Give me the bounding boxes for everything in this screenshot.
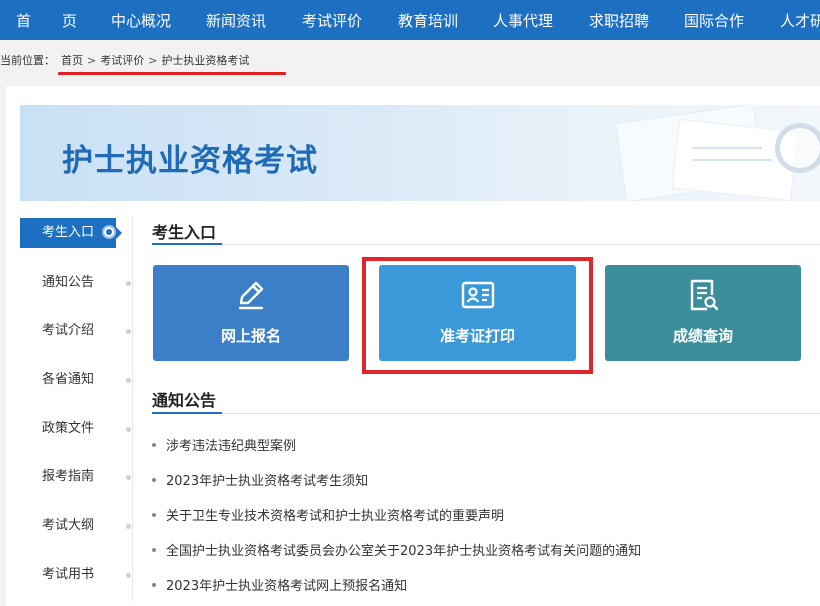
sidebar-dot-icon bbox=[126, 573, 131, 578]
sidebar-item-syllabus[interactable]: 考试大纲 bbox=[20, 511, 116, 541]
nav-item-home-2[interactable]: 页 bbox=[62, 10, 77, 31]
magnifier-illustration bbox=[775, 123, 820, 173]
notice-section-title: 通知公告 bbox=[152, 391, 217, 410]
notice-item[interactable]: 2023年护士执业资格考试网上预报名通知 bbox=[152, 575, 407, 594]
active-arrow-icon bbox=[116, 227, 122, 239]
breadcrumb: 当前位置： 首页 > 考试评价 > 护士执业资格考试 bbox=[0, 52, 249, 68]
sidebar-item-policy-docs[interactable]: 政策文件 bbox=[20, 414, 116, 444]
sidebar-dot-icon bbox=[126, 329, 131, 334]
notice-item[interactable]: 2023年护士执业资格考试考生须知 bbox=[152, 470, 368, 489]
breadcrumb-red-underline bbox=[58, 72, 286, 75]
sidebar-dot-icon bbox=[126, 378, 131, 383]
nav-item-home-1[interactable]: 首 bbox=[16, 10, 31, 31]
document-line bbox=[692, 159, 772, 161]
nav-item-exam-evaluation[interactable]: 考试评价 bbox=[302, 10, 362, 31]
bullet-icon bbox=[152, 582, 156, 587]
bullet-icon bbox=[152, 477, 156, 482]
page-banner: 护士执业资格考试 bbox=[20, 105, 820, 201]
notice-item[interactable]: 涉考违法违纪典型案例 bbox=[152, 435, 296, 454]
nav-item-job-recruitment[interactable]: 求职招聘 bbox=[589, 10, 649, 31]
online-registration-button[interactable]: 网上报名 bbox=[153, 265, 349, 361]
sidebar-dot-icon bbox=[126, 281, 131, 286]
breadcrumb-exam-evaluation[interactable]: 考试评价 bbox=[100, 54, 144, 67]
notice-item-text: 涉考违法违纪典型案例 bbox=[166, 439, 297, 454]
sidebar-dot-icon bbox=[126, 524, 131, 529]
nav-item-talent[interactable]: 人才研 bbox=[780, 10, 820, 31]
search-document-icon bbox=[690, 279, 719, 311]
red-highlight-box bbox=[362, 257, 593, 374]
notice-item-text: 全国护士执业资格考试委员会办公室关于2023年护士执业资格考试有关问题的通知 bbox=[166, 544, 642, 559]
score-inquiry-button[interactable]: 成绩查询 bbox=[605, 265, 801, 361]
pencil-icon bbox=[238, 281, 264, 310]
tile-label: 网上报名 bbox=[220, 327, 281, 345]
bullet-icon bbox=[152, 512, 156, 517]
sidebar-active-dot-icon bbox=[102, 225, 116, 239]
sidebar-item-provincial-notices[interactable]: 各省通知 bbox=[20, 365, 116, 395]
tile-label: 成绩查询 bbox=[672, 327, 733, 345]
sidebar-item-notices[interactable]: 通知公告 bbox=[20, 268, 116, 298]
sidebar-divider bbox=[132, 216, 133, 601]
sidebar-item-exam-intro[interactable]: 考试介绍 bbox=[20, 316, 116, 346]
nav-item-news[interactable]: 新闻资讯 bbox=[206, 10, 266, 31]
bullet-icon bbox=[152, 442, 156, 447]
bullet-icon bbox=[152, 547, 156, 552]
entry-section-title: 考生入口 bbox=[152, 223, 217, 242]
notice-item[interactable]: 全国护士执业资格考试委员会办公室关于2023年护士执业资格考试有关问题的通知 bbox=[152, 540, 641, 559]
document-line bbox=[692, 147, 762, 149]
section-divider bbox=[152, 413, 820, 414]
sidebar-item-textbooks[interactable]: 考试用书 bbox=[20, 560, 116, 590]
sidebar-dot-icon bbox=[126, 427, 131, 432]
notice-item-text: 2023年护士执业资格考试考生须知 bbox=[166, 474, 369, 489]
section-title-underline bbox=[152, 412, 222, 414]
top-navigation-bar: 首 页 中心概况 新闻资讯 考试评价 教育培训 人事代理 求职招聘 国际合作 人… bbox=[0, 0, 820, 40]
breadcrumb-home[interactable]: 首页 bbox=[61, 54, 83, 67]
sidebar-item-application-guide[interactable]: 报考指南 bbox=[20, 462, 116, 492]
breadcrumb-current: 护士执业资格考试 bbox=[161, 54, 250, 67]
section-title-underline bbox=[152, 243, 222, 245]
notice-item[interactable]: 关于卫生专业技术资格考试和护士执业资格考试的重要声明 bbox=[152, 505, 504, 524]
nav-item-personnel-agency[interactable]: 人事代理 bbox=[493, 10, 553, 31]
breadcrumb-prefix: 当前位置： bbox=[0, 54, 55, 67]
section-divider bbox=[152, 244, 820, 245]
sidebar-dot-icon bbox=[126, 475, 131, 480]
notice-item-text: 关于卫生专业技术资格考试和护士执业资格考试的重要声明 bbox=[166, 509, 505, 524]
notice-item-text: 2023年护士执业资格考试网上预报名通知 bbox=[166, 579, 408, 594]
nav-item-center-overview[interactable]: 中心概况 bbox=[111, 10, 171, 31]
breadcrumb-separator: > bbox=[87, 54, 97, 67]
breadcrumb-separator: > bbox=[148, 54, 158, 67]
page-title: 护士执业资格考试 bbox=[62, 143, 318, 179]
nav-item-international[interactable]: 国际合作 bbox=[684, 10, 744, 31]
nav-item-education-training[interactable]: 教育培训 bbox=[398, 10, 458, 31]
